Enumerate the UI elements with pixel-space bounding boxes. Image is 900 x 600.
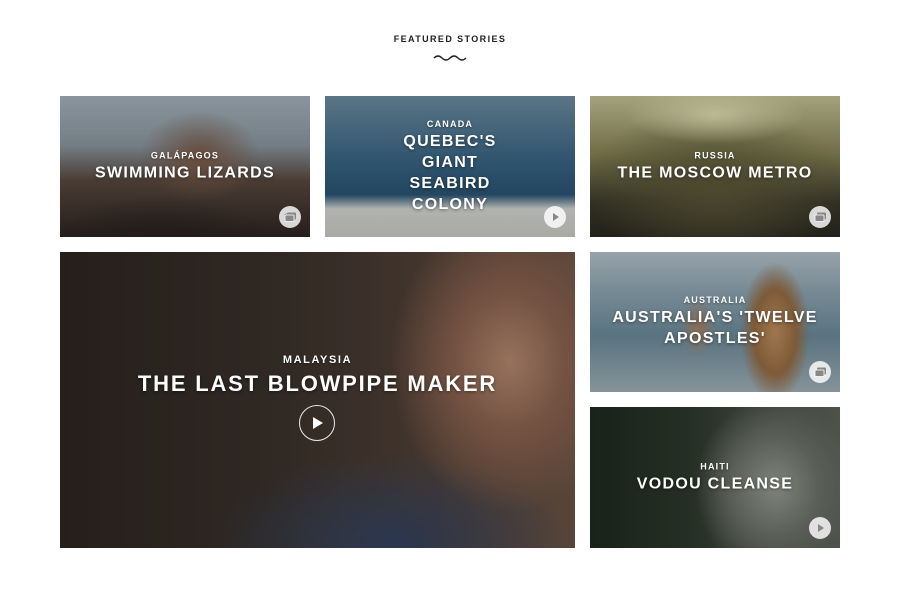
- story-card-last-blowpipe-maker[interactable]: MALAYSIA THE LAST BLOWPIPE MAKER: [60, 252, 575, 548]
- story-card-twelve-apostles[interactable]: AUSTRALIA AUSTRALIA'S 'TWELVE APOSTLES': [590, 252, 840, 392]
- story-title: THE LAST BLOWPIPE MAKER: [137, 371, 498, 397]
- gallery-icon[interactable]: [809, 361, 831, 383]
- story-title: QUEBEC'S GIANT SEABIRD COLONY: [403, 132, 497, 213]
- story-country: GALÁPAGOS: [150, 150, 220, 160]
- story-card-quebec-seabird-colony[interactable]: CANADA QUEBEC'S GIANT SEABIRD COLONY: [325, 96, 575, 237]
- story-country: RUSSIA: [694, 150, 736, 160]
- story-title: AUSTRALIA'S 'TWELVE APOSTLES': [612, 309, 818, 347]
- play-icon[interactable]: [809, 517, 831, 539]
- story-country: AUSTRALIA: [683, 295, 747, 305]
- story-card-vodou-cleanse[interactable]: HAITI VODOU CLEANSE: [590, 407, 840, 548]
- story-country: MALAYSIA: [282, 354, 353, 367]
- section-title: FEATURED STORIES: [393, 34, 507, 44]
- story-title: THE MOSCOW METRO: [617, 164, 813, 181]
- play-icon[interactable]: [544, 206, 566, 228]
- story-title: VODOU CLEANSE: [636, 475, 794, 492]
- story-country: CANADA: [426, 118, 474, 129]
- play-button[interactable]: [299, 405, 335, 441]
- gallery-icon[interactable]: [809, 206, 831, 228]
- story-card-moscow-metro[interactable]: RUSSIA THE MOSCOW METRO: [590, 96, 840, 237]
- wave-divider-icon: [433, 55, 467, 61]
- story-title: SWIMMING LIZARDS: [95, 164, 275, 181]
- story-card-swimming-lizards[interactable]: GALÁPAGOS SWIMMING LIZARDS: [60, 96, 310, 237]
- story-country: HAITI: [700, 461, 730, 471]
- gallery-icon[interactable]: [279, 206, 301, 228]
- play-icon: [313, 417, 323, 429]
